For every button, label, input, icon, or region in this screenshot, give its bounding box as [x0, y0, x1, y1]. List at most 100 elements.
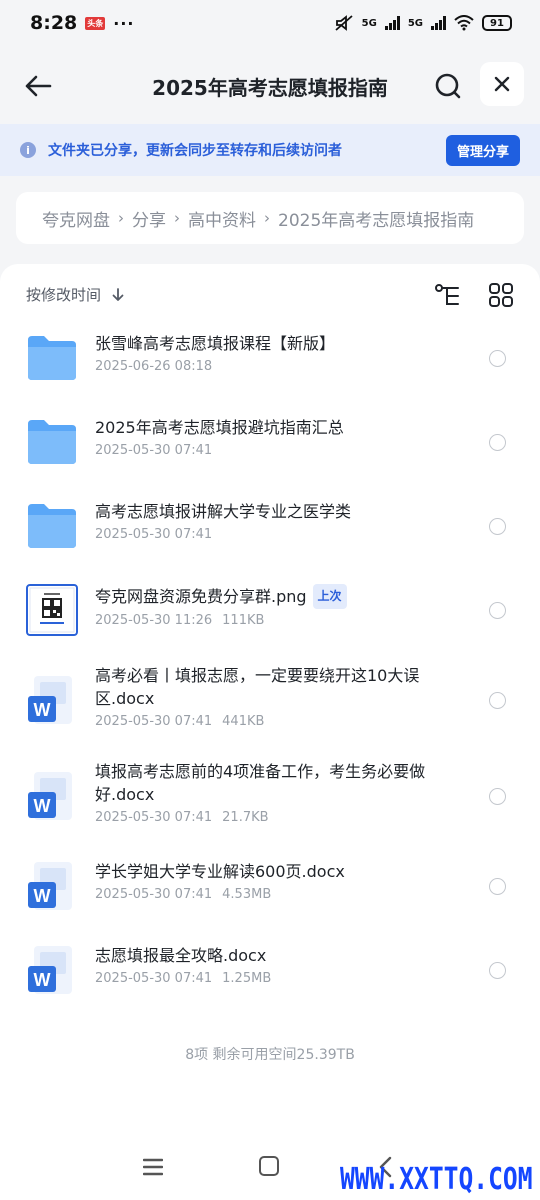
select-checkbox[interactable]	[489, 350, 506, 367]
list-item[interactable]: 2025年高考志愿填报避坑指南汇总 2025-05-30 07:41	[0, 400, 540, 484]
menu-icon[interactable]	[143, 1158, 163, 1176]
image-thumbnail-icon	[26, 584, 78, 636]
word-document-icon: W	[28, 862, 72, 910]
breadcrumb-item-current: 2025年高考志愿填报指南	[278, 210, 475, 231]
sort-label: 按修改时间	[26, 286, 102, 304]
svg-text:W: W	[34, 886, 51, 906]
sort-button[interactable]: 按修改时间	[26, 284, 125, 305]
file-name: 张雪峰高考志愿填报课程【新版】	[95, 334, 336, 353]
manage-share-button[interactable]: 管理分享	[445, 134, 520, 166]
select-checkbox[interactable]	[489, 692, 506, 709]
arrow-down-icon	[112, 287, 124, 301]
list-item[interactable]: W 志愿填报最全攻略.docx 2025-05-30 07:41 1.25MB	[0, 928, 540, 1012]
word-document-icon: W	[28, 676, 72, 724]
file-date: 2025-05-30 07:41	[95, 714, 213, 729]
grid-view-icon[interactable]	[488, 282, 514, 308]
file-text: 夸克网盘资源免费分享群.png 上次 2025-05-30 11:26 111KB	[95, 584, 465, 628]
mute-icon	[335, 15, 353, 31]
file-date: 2025-05-30 07:41	[95, 443, 213, 458]
file-text: 填报高考志愿前的4项准备工作，考生务必要做好.docx 2025-05-30 0…	[95, 760, 465, 825]
file-meta: 2025-05-30 07:41	[95, 443, 465, 458]
notification-badge: 头条	[85, 16, 106, 30]
list-item[interactable]: W 高考必看丨填报志愿，一定要要绕开这10大误区.docx 2025-05-30…	[0, 652, 540, 748]
more-notifications-icon: ···	[113, 13, 135, 33]
signal-icon-1	[384, 16, 400, 30]
file-date: 2025-05-30 07:41	[95, 527, 213, 542]
chevron-right-icon: ›	[174, 209, 180, 227]
svg-text:W: W	[34, 970, 51, 990]
select-checkbox[interactable]	[489, 962, 506, 979]
file-date: 2025-05-30 07:41	[95, 887, 213, 902]
home-button[interactable]	[259, 1156, 279, 1176]
file-name-text: 夸克网盘资源免费分享群.png	[95, 587, 307, 606]
file-text: 2025年高考志愿填报避坑指南汇总 2025-05-30 07:41	[95, 416, 465, 458]
breadcrumb: 夸克网盘 › 分享 › 高中资料 › 2025年高考志愿填报指南	[16, 192, 524, 244]
tree-view-icon[interactable]	[434, 282, 462, 310]
select-checkbox[interactable]	[489, 518, 506, 535]
list-item[interactable]: W 学长学姐大学专业解读600页.docx 2025-05-30 07:41 4.…	[0, 844, 540, 928]
search-button[interactable]	[428, 66, 468, 106]
wifi-icon	[454, 15, 474, 31]
file-name: 志愿填报最全攻略.docx	[95, 946, 267, 965]
select-checkbox[interactable]	[489, 878, 506, 895]
network-type-2: 5G	[407, 17, 423, 29]
file-meta: 2025-05-30 07:41	[95, 527, 465, 542]
file-text: 高考志愿填报讲解大学专业之医学类 2025-05-30 07:41	[95, 500, 465, 542]
folder-icon	[28, 420, 76, 464]
last-opened-badge: 上次	[312, 584, 347, 609]
list-item[interactable]: W 填报高考志愿前的4项准备工作，考生务必要做好.docx 2025-05-30…	[0, 748, 540, 844]
status-left: 8:28 头条 ···	[30, 12, 135, 34]
file-text: 学长学姐大学专业解读600页.docx 2025-05-30 07:41 4.53…	[95, 860, 465, 902]
share-banner: i 文件夹已分享，更新会同步至转存和后续访问者 管理分享	[0, 124, 540, 176]
list-item[interactable]: 高考志愿填报讲解大学专业之医学类 2025-05-30 07:41	[0, 484, 540, 568]
file-date: 2025-05-30 07:41	[95, 971, 213, 986]
network-type-1: 5G	[361, 17, 377, 29]
file-date: 2025-05-30 07:41	[95, 810, 213, 825]
file-meta: 2025-05-30 07:41 441KB	[95, 714, 465, 729]
file-meta: 2025-06-26 08:18	[95, 359, 465, 374]
file-text: 志愿填报最全攻略.docx 2025-05-30 07:41 1.25MB	[95, 944, 465, 986]
select-checkbox[interactable]	[489, 434, 506, 451]
file-text: 张雪峰高考志愿填报课程【新版】 2025-06-26 08:18	[95, 332, 465, 374]
list-item[interactable]: 张雪峰高考志愿填报课程【新版】 2025-06-26 08:18	[0, 316, 540, 400]
file-meta: 2025-05-30 07:41 21.7KB	[95, 810, 465, 825]
chevron-right-icon: ›	[118, 209, 124, 227]
breadcrumb-item-root[interactable]: 夸克网盘	[42, 206, 110, 231]
file-meta: 2025-05-30 11:26 111KB	[95, 613, 465, 628]
file-name: 高考必看丨填报志愿，一定要要绕开这10大误区.docx	[95, 666, 420, 708]
file-list: 张雪峰高考志愿填报课程【新版】 2025-06-26 08:18 2025年高考…	[0, 316, 540, 1012]
close-icon	[494, 76, 510, 92]
back-button[interactable]	[18, 66, 58, 106]
file-date: 2025-05-30 11:26	[95, 613, 213, 628]
breadcrumb-item-highschool[interactable]: 高中资料	[188, 206, 256, 231]
file-name: 高考志愿填报讲解大学专业之医学类	[95, 502, 352, 521]
file-name: 学长学姐大学专业解读600页.docx	[95, 862, 345, 881]
storage-summary: 8项 剩余可用空间25.39TB	[185, 1047, 355, 1063]
word-document-icon: W	[28, 772, 72, 820]
list-item[interactable]: 夸克网盘资源免费分享群.png 上次 2025-05-30 11:26 111KB	[0, 568, 540, 652]
svg-text:W: W	[34, 796, 51, 816]
file-size: 4.53MB	[222, 887, 272, 902]
select-checkbox[interactable]	[489, 788, 506, 805]
file-name: 填报高考志愿前的4项准备工作，考生务必要做好.docx	[95, 762, 426, 804]
breadcrumb-item-share[interactable]: 分享	[132, 206, 166, 231]
file-name: 2025年高考志愿填报避坑指南汇总	[95, 418, 344, 437]
select-checkbox[interactable]	[489, 602, 506, 619]
arrow-left-icon	[25, 75, 52, 97]
word-document-icon: W	[28, 946, 72, 994]
file-text: 高考必看丨填报志愿，一定要要绕开这10大误区.docx 2025-05-30 0…	[95, 664, 465, 729]
svg-text:W: W	[34, 700, 51, 720]
file-meta: 2025-05-30 07:41 1.25MB	[95, 971, 465, 986]
file-panel: 按修改时间 张雪峰高考志愿填报课程【新版】 2025-06-26 08:18 2…	[0, 264, 540, 1200]
share-banner-text: 文件夹已分享，更新会同步至转存和后续访问者	[48, 143, 342, 159]
signal-icon-2	[431, 16, 446, 30]
file-size: 1.25MB	[222, 971, 272, 986]
status-bar: 8:28 头条 ··· 5G 5G 91	[0, 0, 540, 46]
close-button[interactable]	[480, 62, 524, 106]
search-icon	[435, 73, 461, 99]
file-size: 21.7KB	[222, 810, 269, 825]
file-date: 2025-06-26 08:18	[95, 359, 213, 374]
folder-icon	[28, 504, 76, 548]
info-icon: i	[20, 142, 36, 158]
file-size: 441KB	[222, 714, 265, 729]
